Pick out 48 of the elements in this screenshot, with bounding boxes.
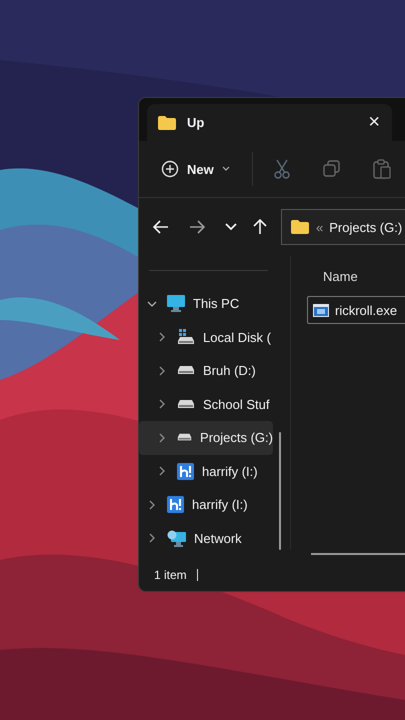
copy-icon[interactable]: [322, 160, 341, 178]
drive-logo-icon: [167, 496, 184, 514]
tab-title: Up: [187, 115, 206, 130]
chevron-down-icon[interactable]: [147, 298, 157, 309]
forward-arrow-icon[interactable]: [189, 220, 205, 234]
scissors-icon[interactable]: [272, 159, 291, 179]
item-count: 1 item: [154, 568, 187, 582]
drive-icon: [177, 400, 195, 409]
chevron-right-icon[interactable]: [147, 533, 157, 544]
drive-icon: [177, 366, 195, 376]
nav-item[interactable]: Network: [139, 522, 273, 555]
drive-icon: [177, 329, 195, 346]
scrollbar[interactable]: [311, 553, 405, 555]
chevron-right-icon[interactable]: [157, 366, 167, 376]
chevron-right-icon[interactable]: [157, 399, 167, 410]
nav-item[interactable]: This PC: [139, 287, 273, 320]
address-path: Projects (G:): [329, 220, 402, 234]
chevron-right-icon[interactable]: [157, 466, 167, 476]
drive-icon: [177, 433, 192, 442]
nav-item[interactable]: harrify (I:): [139, 488, 273, 522]
nav-item[interactable]: Bruh (D:): [139, 354, 273, 388]
chevron-right-icon[interactable]: [157, 332, 167, 342]
chevron-right-icon[interactable]: [157, 432, 167, 443]
nav-item[interactable]: harrify (I:): [139, 454, 273, 488]
close-button[interactable]: ×: [364, 111, 384, 134]
back-arrow-icon[interactable]: [153, 220, 169, 234]
chevron-right-icon[interactable]: [147, 500, 157, 510]
chevron-down-icon[interactable]: [225, 223, 237, 231]
folder-icon: [290, 219, 310, 235]
up-arrow-icon[interactable]: [253, 219, 267, 235]
scrollbar[interactable]: [279, 432, 281, 550]
application-icon: [313, 304, 329, 316]
window-tab[interactable]: Up ×: [147, 104, 392, 141]
plus-circle-icon: [161, 160, 179, 178]
nav-item[interactable]: Projects (G:): [139, 421, 273, 454]
network-icon: [167, 530, 186, 547]
folder-icon: [157, 114, 177, 130]
new-button[interactable]: New: [159, 156, 232, 182]
address-bar[interactable]: « Projects (G:): [281, 209, 405, 245]
caret-icon: [222, 166, 230, 172]
column-header[interactable]: Name: [299, 264, 405, 290]
clipboard-icon[interactable]: [372, 159, 391, 179]
monitor-icon: [167, 295, 185, 312]
nav-item[interactable]: School Stuf: [139, 388, 273, 421]
nav-item[interactable]: Local Disk (: [139, 320, 273, 354]
breadcrumb-overflow[interactable]: «: [316, 220, 324, 234]
drive-logo-icon: [177, 462, 194, 480]
file-item[interactable]: rickroll.exe: [307, 296, 405, 324]
